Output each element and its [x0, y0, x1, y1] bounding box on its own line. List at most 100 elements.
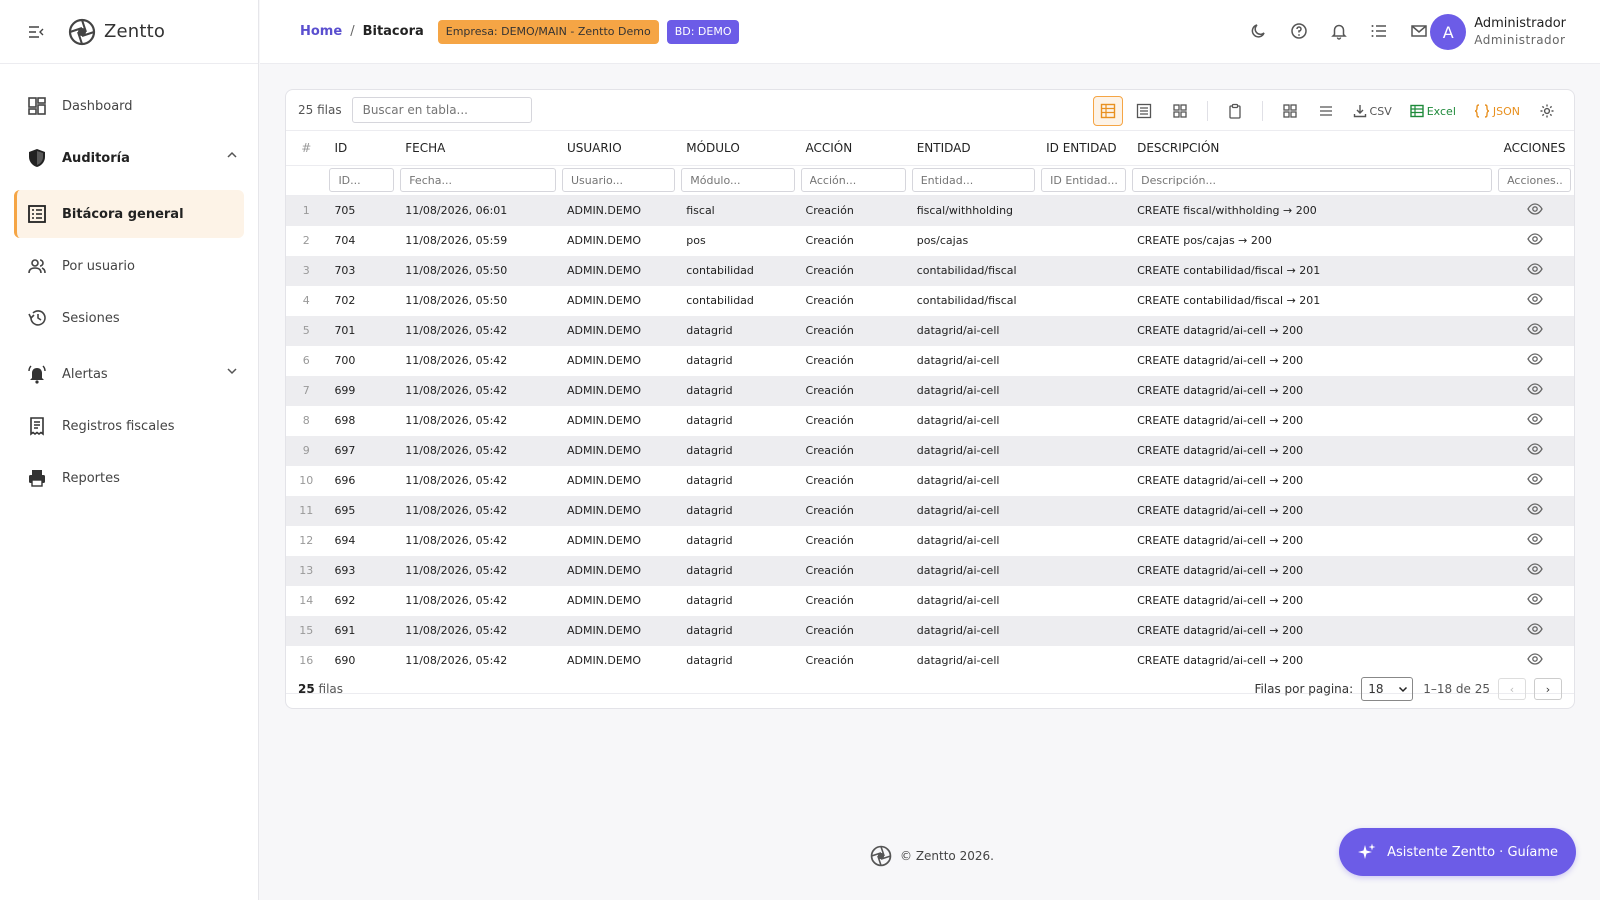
breadcrumb-home[interactable]: Home — [300, 24, 342, 39]
table-cell: 700 — [334, 354, 356, 367]
assistant-button[interactable]: Asistente Zentto · Guíame — [1339, 828, 1576, 876]
prev-page-button[interactable]: ‹ — [1498, 678, 1526, 700]
filter-input[interactable] — [1132, 168, 1493, 192]
table-row[interactable]: 10 696 11/08/2026, 05:42 ADMIN.DEMO datagrid… — [286, 466, 1574, 496]
clipboard-button[interactable] — [1220, 96, 1250, 126]
next-page-button[interactable]: › — [1534, 678, 1562, 700]
view-row-button[interactable] — [1495, 286, 1574, 316]
sidebar-item-bitacora-general[interactable]: Bitácora general — [14, 190, 244, 238]
table-cell: ADMIN.DEMO — [558, 555, 679, 586]
export-json-button[interactable]: JSON — [1468, 96, 1526, 126]
sidebar-item-registros-fiscales[interactable]: Registros fiscales — [14, 402, 244, 450]
table-row[interactable]: 2 704 11/08/2026, 05:59 ADMIN.DEMO pos Creaci… — [286, 226, 1574, 256]
download-icon — [1353, 105, 1366, 118]
view-row-button[interactable] — [1495, 615, 1574, 646]
table-search-input[interactable] — [351, 97, 532, 123]
table-cell: Creación — [797, 555, 909, 586]
filter-input[interactable] — [911, 168, 1036, 192]
list-view-button[interactable] — [1129, 96, 1159, 126]
pagination: Filas por pagina: 18 1–18 de 25 ‹ › — [1254, 677, 1562, 701]
filter-input[interactable] — [1498, 168, 1571, 192]
table-body-scroll[interactable]: 1 705 11/08/2026, 06:01 ADMIN.DEMO fiscal Cre… — [286, 195, 1574, 694]
copyright-text: © Zentto 2026. — [900, 849, 994, 863]
table-row[interactable]: 8 698 11/08/2026, 05:42 ADMIN.DEMO datagrid C… — [286, 406, 1574, 436]
database-chip[interactable]: BD: DEMO — [666, 19, 740, 44]
table-view-button[interactable] — [1092, 96, 1123, 126]
sidebar-item-dashboard[interactable]: Dashboard — [14, 82, 244, 130]
table-row[interactable]: 3 703 11/08/2026, 05:50 ADMIN.DEMO contabili… — [286, 255, 1574, 286]
table-row[interactable]: 7 699 11/08/2026, 05:42 ADMIN.DEMO datagrid C… — [286, 375, 1574, 406]
view-row-button[interactable] — [1495, 406, 1574, 436]
sidebar-item-label: Reportes — [62, 470, 120, 486]
table-row[interactable]: 13 693 11/08/2026, 05:42 ADMIN.DEMO datagrid… — [286, 555, 1574, 586]
table-row[interactable]: 15 691 11/08/2026, 05:42 ADMIN.DEMO datagrid… — [286, 615, 1574, 646]
filter-input[interactable] — [681, 168, 795, 192]
sidebar-item-sesiones[interactable]: Sesiones — [14, 294, 244, 342]
view-row-button[interactable] — [1495, 466, 1574, 496]
density-button[interactable] — [1311, 96, 1341, 126]
view-row-button[interactable] — [1495, 226, 1574, 256]
filter-input[interactable] — [1041, 168, 1127, 192]
table-cell: CREATE datagrid/ai-cell → 200 — [1137, 474, 1304, 487]
export-excel-button[interactable]: Excel — [1404, 96, 1462, 126]
view-row-button[interactable] — [1495, 526, 1574, 556]
export-csv-button[interactable]: CSV — [1347, 96, 1398, 126]
table-row[interactable]: 6 700 11/08/2026, 05:42 ADMIN.DEMO datagrid C… — [286, 346, 1574, 376]
company-chip[interactable]: Empresa: DEMO/MAIN - Zentto Demo — [437, 19, 659, 44]
mail-icon[interactable] — [1408, 20, 1430, 42]
column-header[interactable]: ID ENTIDAD — [1038, 131, 1130, 166]
table-row[interactable]: 9 697 11/08/2026, 05:42 ADMIN.DEMO datagrid C… — [286, 435, 1574, 466]
view-row-button[interactable] — [1495, 555, 1574, 586]
column-header[interactable]: DESCRIPCIÓN — [1129, 131, 1496, 166]
grid-toolbar: 25 filas CSV — [286, 90, 1574, 131]
sidebar-item-reportes[interactable]: Reportes — [14, 454, 244, 502]
table-row[interactable]: 14 692 11/08/2026, 05:42 ADMIN.DEMO datagrid… — [286, 586, 1574, 616]
view-row-button[interactable] — [1495, 346, 1574, 376]
view-row-button[interactable] — [1495, 195, 1574, 226]
sidebar-item-alertas[interactable]: Alertas — [14, 350, 244, 398]
table-row[interactable]: 1 705 11/08/2026, 06:01 ADMIN.DEMO fiscal Cre… — [286, 195, 1574, 226]
view-row-button[interactable] — [1495, 255, 1574, 286]
filter-input[interactable] — [400, 168, 556, 192]
rows-per-page-select[interactable]: 18 — [1361, 677, 1414, 701]
filter-input[interactable] — [561, 168, 676, 192]
notifications-icon[interactable] — [1328, 20, 1350, 42]
table-cell: 698 — [334, 414, 356, 427]
view-row-button[interactable] — [1495, 586, 1574, 616]
table-row[interactable]: 4 702 11/08/2026, 05:50 ADMIN.DEMO contabili… — [286, 286, 1574, 316]
eye-icon — [1526, 293, 1543, 305]
task-list-icon[interactable] — [1368, 20, 1390, 42]
column-header[interactable]: ID — [326, 131, 398, 166]
export-excel-label: Excel — [1426, 104, 1456, 118]
view-row-button[interactable] — [1495, 375, 1574, 406]
table-row[interactable]: 5 701 11/08/2026, 05:42 ADMIN.DEMO datagrid C… — [286, 315, 1574, 346]
filter-input[interactable] — [329, 168, 395, 192]
column-header[interactable]: ENTIDAD — [908, 131, 1039, 166]
user-menu[interactable]: A Administrador Administrador — [1430, 14, 1566, 50]
column-header[interactable]: ACCIÓN — [797, 131, 909, 166]
columns-button[interactable] — [1275, 96, 1305, 126]
grid-view-button[interactable] — [1165, 96, 1195, 126]
view-row-button[interactable] — [1495, 435, 1574, 466]
menu-collapse-icon[interactable] — [24, 20, 48, 44]
column-header[interactable]: MÓDULO — [678, 131, 798, 166]
column-header[interactable]: FECHA — [397, 131, 559, 166]
table-row[interactable]: 12 694 11/08/2026, 05:42 ADMIN.DEMO datagrid… — [286, 526, 1574, 556]
table-cell: CREATE datagrid/ai-cell → 200 — [1129, 495, 1496, 526]
table-cell: 15 — [286, 615, 327, 646]
app-logo[interactable]: Zentto — [68, 18, 165, 46]
column-header[interactable]: USUARIO — [558, 131, 679, 166]
column-header[interactable]: ACCIONES — [1495, 131, 1574, 166]
gear-icon — [1540, 104, 1554, 118]
sidebar-group-auditoria[interactable]: Auditoría — [14, 134, 244, 182]
zentto-logo-icon — [870, 845, 892, 867]
dark-mode-icon[interactable] — [1248, 20, 1270, 42]
filter-input[interactable] — [800, 168, 906, 192]
help-icon[interactable] — [1288, 20, 1310, 42]
table-cell: 11/08/2026, 05:42 — [397, 555, 559, 586]
settings-button[interactable] — [1532, 96, 1562, 126]
view-row-button[interactable] — [1495, 495, 1574, 526]
view-row-button[interactable] — [1495, 315, 1574, 346]
table-row[interactable]: 11 695 11/08/2026, 05:42 ADMIN.DEMO datagrid… — [286, 495, 1574, 526]
sidebar-item-por-usuario[interactable]: Por usuario — [14, 242, 244, 290]
